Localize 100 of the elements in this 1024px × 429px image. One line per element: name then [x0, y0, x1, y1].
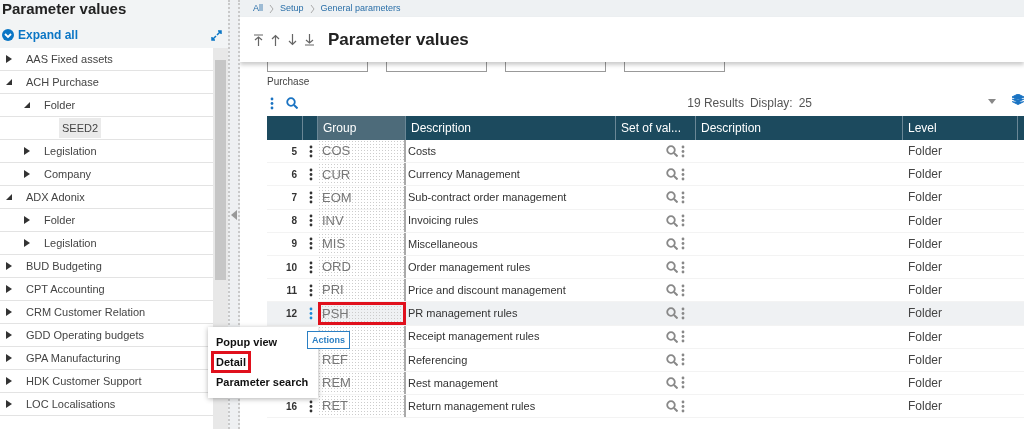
row-actions-icon[interactable] — [308, 214, 313, 228]
search-icon[interactable] — [666, 261, 678, 274]
display-value[interactable]: 25 — [798, 94, 812, 112]
column-header[interactable]: Description — [406, 116, 616, 140]
menu-item[interactable]: Popup view — [214, 334, 280, 350]
table-cell-text: Folder — [908, 328, 942, 346]
tree-item[interactable]: ADX Adonix — [23, 186, 88, 208]
row-actions-icon[interactable] — [308, 144, 313, 158]
row-number: 16 — [285, 399, 297, 414]
tree-item[interactable]: SEED2 — [59, 117, 102, 139]
down-arrow-icon[interactable] — [288, 33, 297, 46]
tree-item[interactable]: Folder — [41, 209, 79, 231]
column-header[interactable]: Set of val... — [616, 116, 696, 140]
column-header[interactable]: Group — [318, 116, 406, 140]
table-cell-text: Folder — [908, 212, 942, 230]
collapsed-triangle-icon[interactable] — [23, 170, 31, 178]
more-options-icon[interactable] — [681, 144, 685, 158]
input-field[interactable] — [267, 62, 368, 72]
search-icon[interactable] — [286, 97, 298, 109]
row-actions-icon[interactable] — [308, 283, 313, 297]
more-options-icon[interactable] — [681, 190, 685, 204]
more-options-icon[interactable] — [681, 353, 685, 367]
collapsed-triangle-icon[interactable] — [5, 377, 13, 385]
collapsed-triangle-icon[interactable] — [23, 147, 31, 155]
expand-icon[interactable] — [211, 29, 222, 41]
tree-item[interactable]: Legislation — [41, 232, 100, 254]
dropdown-caret-icon[interactable] — [988, 99, 996, 104]
row-actions-icon[interactable] — [308, 190, 313, 204]
search-icon[interactable] — [666, 400, 678, 413]
first-record-icon[interactable] — [254, 33, 263, 46]
expanded-triangle-icon[interactable] — [5, 193, 13, 201]
tree-item[interactable]: Company — [41, 163, 95, 185]
more-options-icon[interactable] — [681, 376, 685, 390]
search-icon[interactable] — [666, 307, 678, 320]
search-icon[interactable] — [666, 237, 678, 250]
more-options-icon[interactable] — [681, 237, 685, 251]
collapsed-triangle-icon[interactable] — [23, 216, 31, 224]
search-icon[interactable] — [666, 330, 678, 343]
tree-item[interactable]: BUD Budgeting — [23, 255, 105, 277]
search-icon[interactable] — [666, 168, 678, 181]
collapsed-triangle-icon[interactable] — [5, 55, 13, 63]
tree-item[interactable]: Legislation — [41, 140, 100, 162]
row-actions-icon[interactable] — [308, 399, 313, 413]
more-options-icon[interactable] — [681, 306, 685, 320]
last-record-icon[interactable] — [305, 33, 314, 46]
collapsed-triangle-icon[interactable] — [5, 285, 13, 293]
collapsed-triangle-icon[interactable] — [5, 262, 13, 270]
breadcrumb-link[interactable]: General parameters — [320, 1, 401, 16]
more-options-icon[interactable] — [681, 399, 685, 413]
tree-item[interactable]: GPA Manufacturing — [23, 347, 124, 369]
search-icon[interactable] — [666, 284, 678, 297]
column-header[interactable]: Description — [696, 116, 903, 140]
tree-item[interactable]: HDK Customer Support — [23, 370, 145, 392]
row-number: 5 — [291, 144, 297, 159]
table-cell-text: Invoicing rules — [408, 213, 479, 229]
expanded-triangle-icon[interactable] — [23, 101, 31, 109]
input-field[interactable] — [624, 62, 725, 72]
breadcrumb-link[interactable]: Setup — [280, 1, 304, 16]
tree-item[interactable]: CPT Accounting — [23, 278, 108, 300]
table-cell-text: Costs — [408, 143, 437, 159]
search-icon[interactable] — [666, 376, 678, 389]
expand-all-link[interactable]: Expand all — [2, 26, 79, 44]
table-cell-text: REM — [321, 374, 351, 393]
expanded-triangle-icon[interactable] — [5, 78, 13, 86]
collapsed-triangle-icon[interactable] — [5, 400, 13, 408]
more-options-icon[interactable] — [681, 283, 685, 297]
input-field[interactable] — [386, 62, 487, 72]
row-actions-icon[interactable] — [308, 260, 313, 274]
up-arrow-icon[interactable] — [271, 33, 280, 46]
tree-item[interactable]: AAS Fixed assets — [23, 48, 116, 70]
tree-item[interactable]: ACH Purchase — [23, 71, 102, 93]
column-header[interactable]: Level — [903, 116, 1018, 140]
tree-item[interactable]: GDD Operating budgets — [23, 324, 147, 346]
menu-item[interactable]: Parameter search — [214, 374, 311, 390]
search-icon[interactable] — [666, 353, 678, 366]
tree-item[interactable]: Folder — [41, 94, 79, 116]
input-field[interactable] — [505, 62, 606, 72]
tree-item[interactable]: LOC Localisations — [23, 393, 119, 415]
row-actions-icon[interactable] — [308, 167, 313, 181]
row-number: 7 — [291, 190, 297, 205]
collapsed-triangle-icon[interactable] — [5, 331, 13, 339]
row-actions-icon[interactable] — [308, 237, 313, 251]
more-options-icon[interactable] — [681, 214, 685, 228]
layers-icon[interactable] — [1012, 94, 1024, 105]
tree-item[interactable]: CRM Customer Relation — [23, 301, 149, 323]
search-icon[interactable] — [666, 145, 678, 158]
collapsed-triangle-icon[interactable] — [23, 239, 31, 247]
row-number: 11 — [286, 283, 297, 298]
more-options-icon[interactable] — [270, 96, 274, 110]
more-options-icon[interactable] — [681, 330, 685, 344]
search-icon[interactable] — [666, 191, 678, 204]
more-options-icon[interactable] — [681, 167, 685, 181]
collapsed-triangle-icon[interactable] — [5, 308, 13, 316]
more-options-icon[interactable] — [681, 260, 685, 274]
field-label: Purchase — [266, 75, 311, 89]
search-icon[interactable] — [666, 214, 678, 227]
collapsed-triangle-icon[interactable] — [5, 354, 13, 362]
breadcrumb-link[interactable]: All — [253, 1, 263, 16]
collapse-left-icon[interactable] — [231, 209, 237, 220]
menu-item[interactable]: Detail — [214, 354, 248, 370]
